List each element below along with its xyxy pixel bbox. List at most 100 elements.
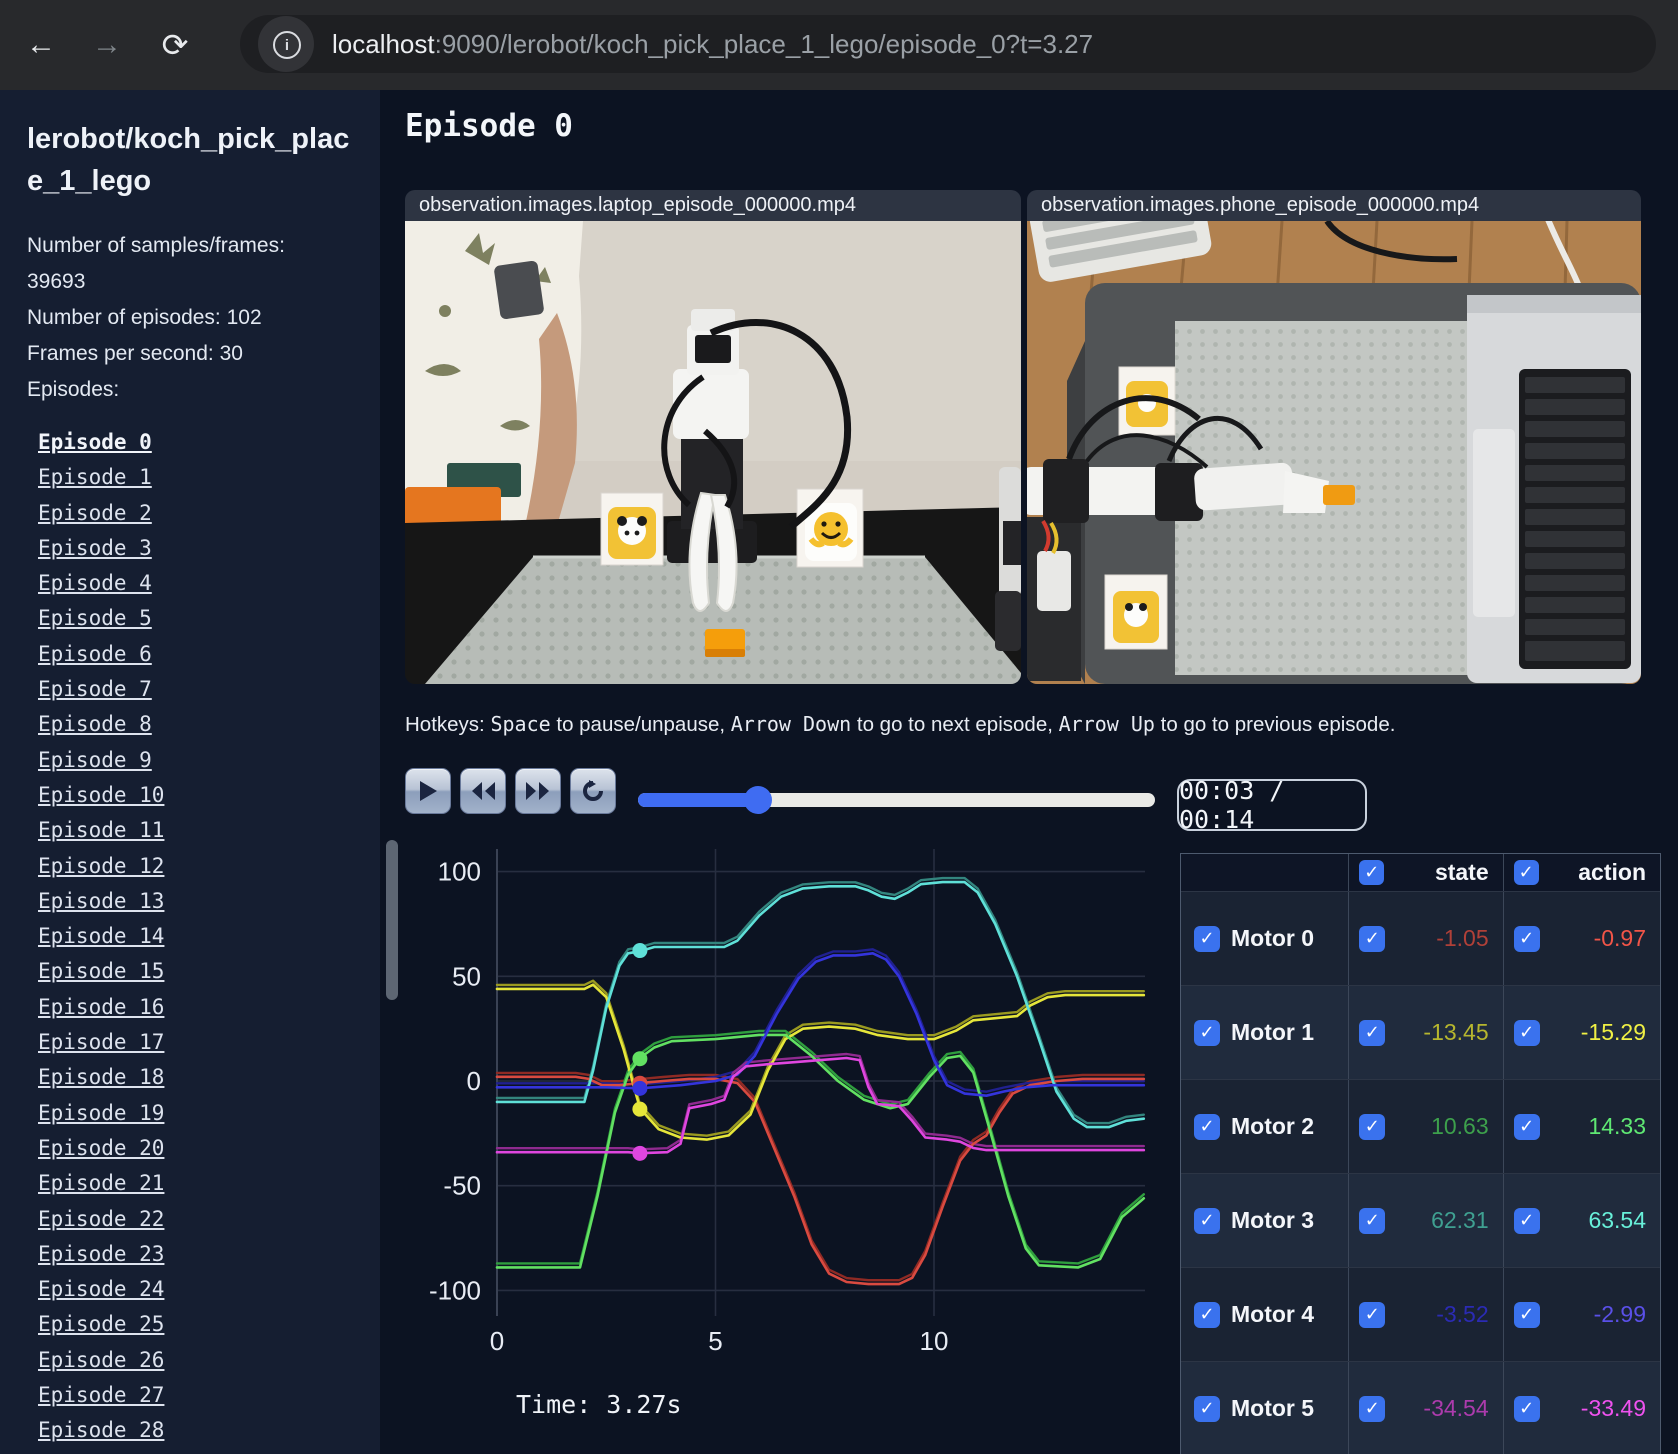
motor-state-checkbox[interactable]: ✓ (1359, 925, 1386, 952)
motor-row-checkbox[interactable]: ✓ (1194, 1019, 1220, 1046)
episode-list-item: Episode 10 (38, 783, 164, 818)
svg-text:-50: -50 (443, 1171, 481, 1201)
sidebar-episode-link[interactable]: Episode 1 (38, 465, 152, 489)
video-frame-phone[interactable] (1027, 221, 1641, 684)
episode-list-item: Episode 24 (38, 1277, 164, 1312)
sidebar-episode-link[interactable]: Episode 7 (38, 677, 152, 701)
sidebar-episode-link[interactable]: Episode 0 (38, 430, 152, 454)
motor-state-checkbox[interactable]: ✓ (1359, 1019, 1386, 1046)
motor-name-cell: ✓ Motor 5 (1181, 1362, 1348, 1454)
back-button[interactable]: ← (18, 22, 64, 68)
sidebar-episode-link[interactable]: Episode 24 (38, 1277, 164, 1301)
motor-state-cell: ✓ 62.31 (1348, 1174, 1502, 1267)
seek-slider[interactable] (638, 786, 1155, 814)
svg-text:0: 0 (467, 1066, 481, 1096)
sidebar-episode-link[interactable]: Episode 27 (38, 1383, 164, 1407)
sidebar-episode-link[interactable]: Episode 12 (38, 854, 164, 878)
motor-row-checkbox[interactable]: ✓ (1194, 1301, 1220, 1328)
motor-state-value: 62.31 (1431, 1207, 1489, 1233)
sidebar-episode-link[interactable]: Episode 28 (38, 1418, 164, 1442)
episode-list-item: Episode 8 (38, 712, 164, 747)
sidebar-episode-link[interactable]: Episode 26 (38, 1348, 164, 1372)
action-column-checkbox[interactable]: ✓ (1513, 860, 1539, 885)
sidebar-episode-link[interactable]: Episode 4 (38, 571, 152, 595)
episode-list-item: Episode 22 (38, 1207, 164, 1242)
motor-action-value: -33.49 (1580, 1395, 1646, 1421)
video-frame-laptop[interactable] (405, 221, 1021, 684)
motor-state-cell: ✓ 10.63 (1348, 1080, 1502, 1173)
state-column-checkbox[interactable]: ✓ (1359, 860, 1385, 885)
sidebar-scrollbar-thumb[interactable] (386, 840, 398, 1000)
sidebar-episode-link[interactable]: Episode 13 (38, 889, 164, 913)
motor-action-cell: ✓ 14.33 (1502, 1080, 1660, 1173)
motor-action-checkbox[interactable]: ✓ (1513, 1113, 1540, 1140)
sidebar-episode-link[interactable]: Episode 22 (38, 1207, 164, 1231)
sidebar-episode-link[interactable]: Episode 20 (38, 1136, 164, 1160)
loop-icon (583, 780, 603, 801)
sidebar-episode-link[interactable]: Episode 16 (38, 995, 164, 1019)
motor-row-checkbox[interactable]: ✓ (1194, 1207, 1220, 1234)
motor-action-cell: ✓ -2.99 (1502, 1268, 1660, 1361)
motor-state-checkbox[interactable]: ✓ (1359, 1395, 1386, 1422)
sidebar: lerobot/koch_pick_place_1_lego Number of… (0, 90, 380, 1454)
sidebar-episode-link[interactable]: Episode 18 (38, 1065, 164, 1089)
motor-state-checkbox[interactable]: ✓ (1359, 1113, 1386, 1140)
motor-action-checkbox[interactable]: ✓ (1513, 1019, 1540, 1046)
episodes-label: Episodes: (27, 378, 120, 402)
motor-state-cell: ✓ -34.54 (1348, 1362, 1502, 1454)
motor-action-checkbox[interactable]: ✓ (1513, 1207, 1540, 1234)
sidebar-episode-link[interactable]: Episode 25 (38, 1312, 164, 1336)
url-path: :9090/lerobot/koch_pick_place_1_lego/epi… (434, 28, 1094, 59)
reload-button[interactable]: ⟳ (152, 22, 198, 68)
sidebar-episode-link[interactable]: Episode 2 (38, 501, 152, 525)
motor-state-checkbox[interactable]: ✓ (1359, 1207, 1386, 1234)
motor-state-checkbox[interactable]: ✓ (1359, 1301, 1386, 1328)
sidebar-episode-link[interactable]: Episode 5 (38, 606, 152, 630)
sidebar-episode-link[interactable]: Episode 17 (38, 1030, 164, 1054)
sidebar-episode-link[interactable]: Episode 15 (38, 959, 164, 983)
sidebar-episode-link[interactable]: Episode 11 (38, 818, 164, 842)
sidebar-episode-link[interactable]: Episode 6 (38, 642, 152, 666)
sidebar-episode-link[interactable]: Episode 3 (38, 536, 152, 560)
motor-action-checkbox[interactable]: ✓ (1513, 925, 1540, 952)
sidebar-episode-link[interactable]: Episode 8 (38, 712, 152, 736)
rewind-button[interactable] (460, 768, 506, 814)
episode-list-item: Episode 6 (38, 642, 164, 677)
motor-row-checkbox[interactable]: ✓ (1194, 1395, 1220, 1422)
video-panel-phone: observation.images.phone_episode_000000.… (1027, 190, 1641, 684)
header-motor-cell (1181, 854, 1348, 891)
episode-list-item: Episode 5 (38, 606, 164, 641)
page-info-icon[interactable]: i (273, 31, 301, 59)
info-episodes: Number of episodes: 102 (27, 306, 262, 330)
sidebar-episode-link[interactable]: Episode 21 (38, 1171, 164, 1195)
play-button[interactable] (405, 768, 451, 814)
seek-slider-thumb[interactable] (744, 786, 773, 814)
sidebar-episode-link[interactable]: Episode 9 (38, 748, 152, 772)
episode-list-item: Episode 3 (38, 536, 164, 571)
episode-list-item: Episode 15 (38, 959, 164, 994)
motor-name-cell: ✓ Motor 3 (1181, 1174, 1348, 1267)
sidebar-episode-link[interactable]: Episode 23 (38, 1242, 164, 1266)
fast-forward-icon (526, 782, 549, 800)
sidebar-episode-link[interactable]: Episode 19 (38, 1101, 164, 1125)
sidebar-episode-link[interactable]: Episode 14 (38, 924, 164, 948)
episode-list-item: Episode 23 (38, 1242, 164, 1277)
motor-table-row: ✓ Motor 0 ✓ -1.05 ✓ -0.97 (1181, 891, 1660, 985)
forward-button[interactable]: → (84, 22, 130, 68)
sidebar-episode-link[interactable]: Episode 10 (38, 783, 164, 807)
motor-table: ✓ state ✓ action ✓ Motor 0 ✓ -1.05 ✓ -0.97 ✓ Mo… (1180, 853, 1661, 1454)
loop-button[interactable] (570, 768, 616, 814)
hotkey-arrow-down: Arrow Down (730, 712, 852, 736)
motor-row-checkbox[interactable]: ✓ (1194, 1113, 1220, 1140)
seek-slider-fill (638, 793, 759, 807)
motor-row-checkbox[interactable]: ✓ (1194, 925, 1220, 952)
page-title: Episode 0 (405, 108, 573, 144)
address-bar[interactable]: i localhost:9090/lerobot/koch_pick_place… (240, 15, 1656, 73)
motor-action-value: -15.29 (1580, 1019, 1646, 1045)
motor-name-cell: ✓ Motor 4 (1181, 1268, 1348, 1361)
episode-list-item: Episode 14 (38, 924, 164, 959)
fast-forward-button[interactable] (515, 768, 561, 814)
motor-action-checkbox[interactable]: ✓ (1513, 1395, 1540, 1422)
motor-action-checkbox[interactable]: ✓ (1513, 1301, 1540, 1328)
episode-list-item: Episode 19 (38, 1101, 164, 1136)
